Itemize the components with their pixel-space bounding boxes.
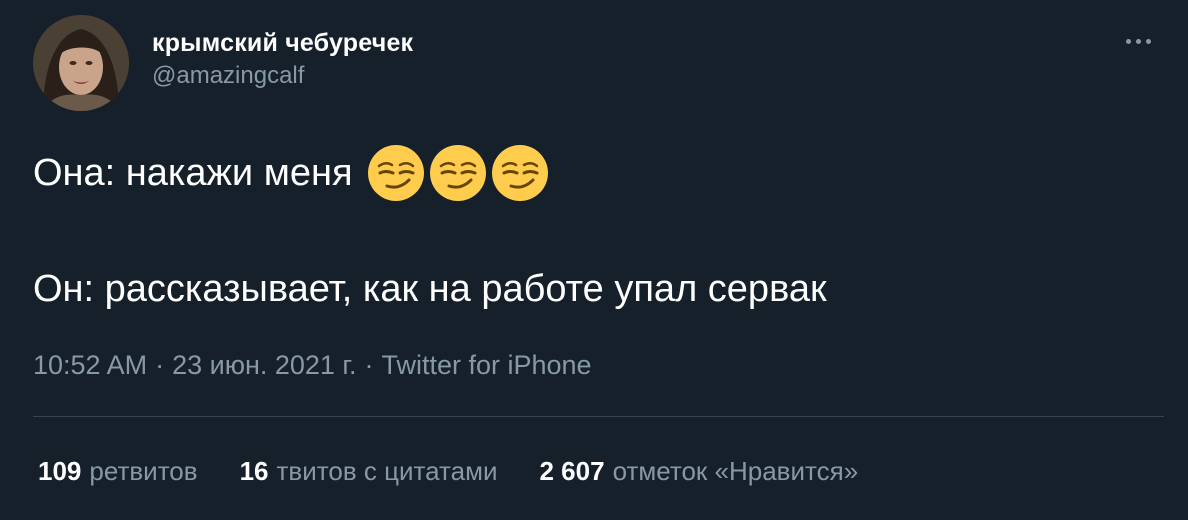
quote-tweets-label: твитов с цитатами <box>276 456 498 486</box>
meta-separator: · <box>364 350 374 380</box>
more-horizontal-icon <box>1145 38 1151 44</box>
tweet-text-line-2: Он: рассказывает, как на работе упал сер… <box>33 259 827 319</box>
tweet-card: крымский чебуречек @amazingcalf Она: нак… <box>0 0 1188 520</box>
likes-label: отметок «Нравится» <box>612 456 859 486</box>
more-horizontal-icon <box>1125 38 1131 44</box>
author-handle[interactable]: @amazingcalf <box>152 61 413 91</box>
tweet-text-line-1: Она: накажи меня <box>33 143 827 203</box>
tweet-time[interactable]: 10:52 AM <box>33 350 147 380</box>
likes-count: 2 607 <box>539 456 605 486</box>
tweet-stats: 109 ретвитов 16 твитов с цитатами 2 607 отм… <box>38 455 858 487</box>
tweet-line-2-text: Он: рассказывает, как на работе упал сер… <box>33 268 827 310</box>
retweets-count: 109 <box>38 456 82 486</box>
author-block: крымский чебуречек @amazingcalf <box>152 28 413 91</box>
retweets-label: ретвитов <box>89 456 198 486</box>
tweet-text: Она: накажи меня Он: рассказывает, как н… <box>33 143 827 319</box>
smirking-face-emoji <box>367 144 425 202</box>
smirking-face-emoji <box>491 144 549 202</box>
quote-tweets-count: 16 <box>239 456 269 486</box>
tweet-date[interactable]: 23 июн. 2021 г. <box>172 350 356 380</box>
more-horizontal-icon <box>1135 38 1141 44</box>
quote-tweets-stat[interactable]: 16 твитов с цитатами <box>240 455 498 487</box>
divider <box>33 416 1164 417</box>
tweet-meta: 10:52 AM · 23 июн. 2021 г. · Twitter for iPh… <box>33 348 592 382</box>
likes-stat[interactable]: 2 607 отметок «Нравится» <box>540 455 859 487</box>
emoji-group <box>367 144 549 202</box>
more-options-button[interactable] <box>1118 26 1158 56</box>
avatar[interactable] <box>33 15 129 111</box>
smirking-face-emoji <box>429 144 487 202</box>
tweet-line-1-text: Она: накажи меня <box>33 152 353 194</box>
retweets-stat[interactable]: 109 ретвитов <box>38 455 198 487</box>
author-display-name[interactable]: крымский чебуречек <box>152 28 413 58</box>
tweet-source[interactable]: Twitter for iPhone <box>381 350 591 380</box>
meta-separator: · <box>155 350 165 380</box>
